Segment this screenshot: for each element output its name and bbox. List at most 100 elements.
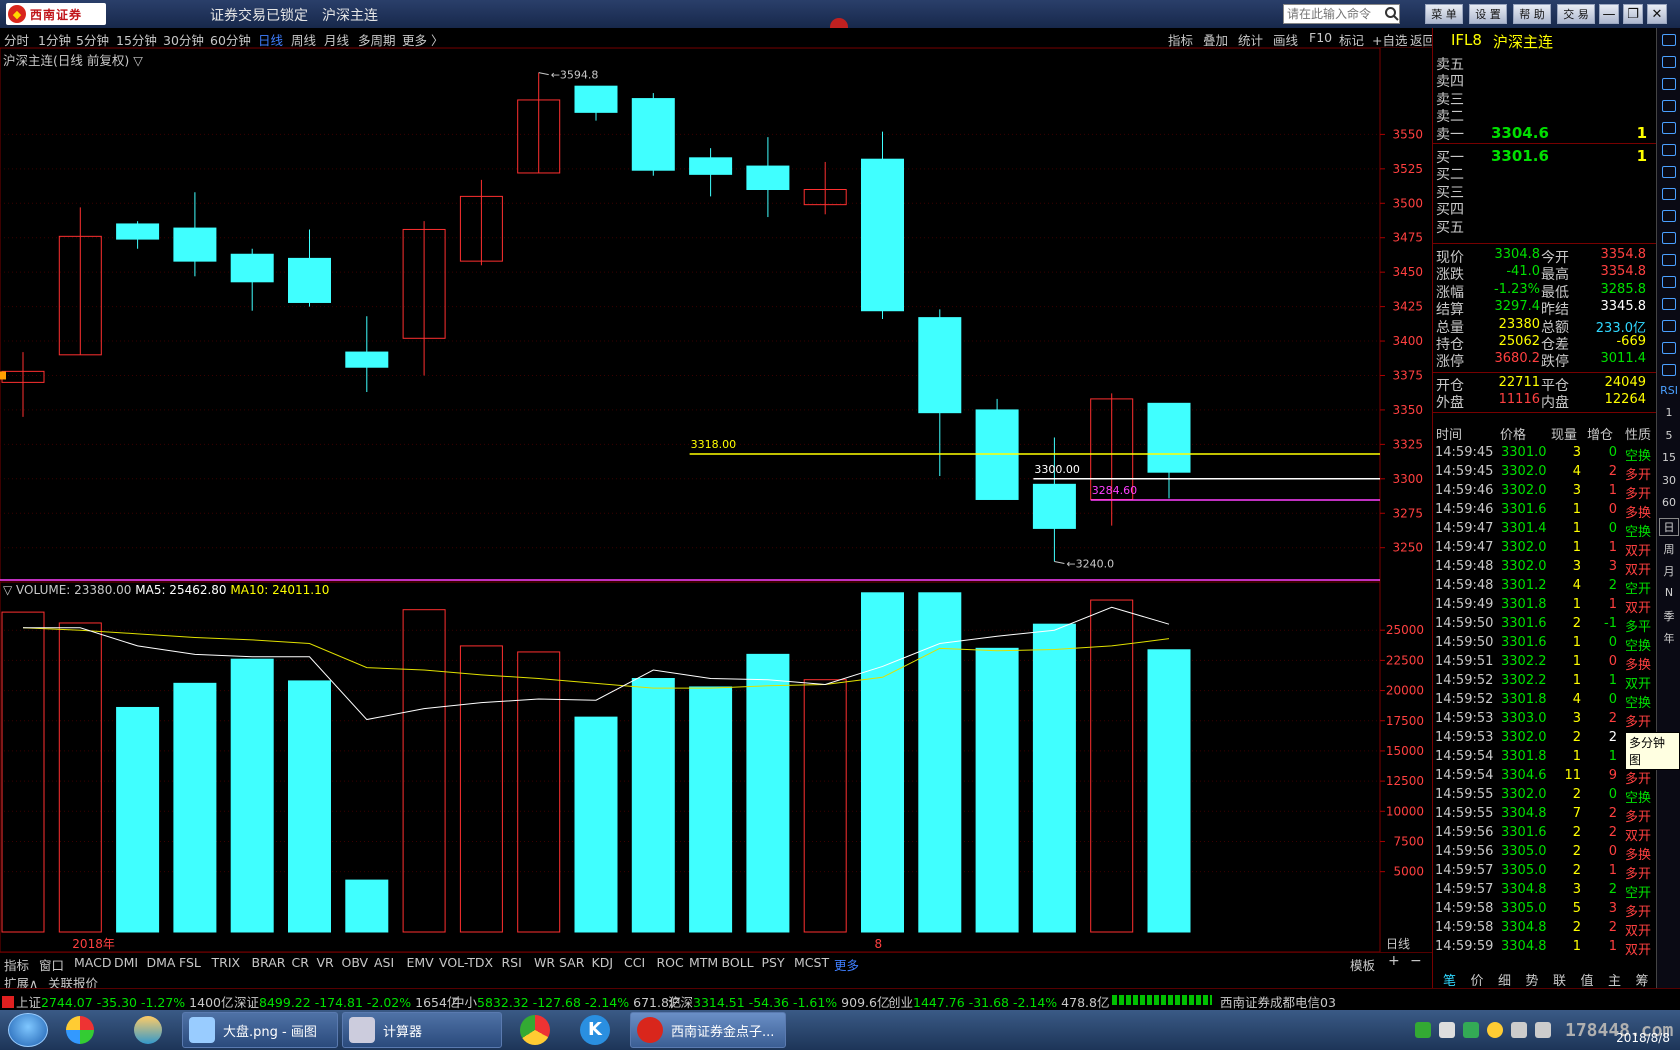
indicator-tab[interactable]: MTM — [689, 955, 718, 970]
volume-bar[interactable] — [116, 706, 160, 933]
template-button[interactable]: 模板 — [1350, 955, 1375, 974]
tick-row[interactable]: 14:59:48 3302.0 3 3 双开 — [1433, 558, 1657, 578]
orderbook-row[interactable]: 卖三 — [1433, 89, 1657, 108]
indicator-tab[interactable]: DMA — [147, 955, 176, 970]
tick-row[interactable]: 14:59:52 3302.2 1 1 双开 — [1433, 672, 1657, 692]
index-quote[interactable]: 上证2744.07 -35.30 -1.27% 1400亿 — [2, 992, 233, 1011]
tick-row[interactable]: 14:59:56 3301.6 2 2 双开 — [1433, 824, 1657, 844]
indicator-tab[interactable]: RSI — [502, 955, 522, 970]
period-tab[interactable]: 1分钟 — [38, 30, 71, 49]
tick-row[interactable]: 14:59:45 3302.0 4 2 多开 — [1433, 463, 1657, 483]
stock-icon[interactable] — [1659, 252, 1679, 270]
search-icon[interactable] — [1384, 6, 1400, 22]
orderbook-row[interactable]: 卖五 — [1433, 54, 1657, 73]
tick-row[interactable]: 14:59:46 3301.6 1 0 多换 — [1433, 501, 1657, 521]
volume-bar[interactable] — [574, 716, 618, 933]
period-tab[interactable]: 分时 — [4, 30, 29, 49]
side-period-button[interactable]: 1 — [1659, 406, 1679, 424]
period-tab[interactable]: 15分钟 — [116, 30, 157, 49]
side-period-button[interactable]: 日 — [1659, 518, 1679, 537]
candle-body[interactable] — [116, 223, 160, 240]
volume-bar[interactable] — [230, 658, 274, 933]
restore-button[interactable]: ❐ — [1623, 4, 1643, 24]
tick-row[interactable]: 14:59:53 3302.0 2 2 — [1433, 729, 1657, 748]
orderbook-row[interactable]: 买五 — [1433, 217, 1657, 236]
side-period-button[interactable]: 60 — [1659, 496, 1679, 514]
k-app-icon[interactable]: K — [580, 1015, 610, 1045]
volume-bar[interactable] — [517, 651, 561, 933]
up-arrow-icon[interactable] — [1659, 32, 1679, 50]
index-quote[interactable]: 中小5832.32 -127.68 -2.14% 671.8亿 — [452, 992, 681, 1011]
indicator-tab[interactable]: PSY — [762, 955, 785, 970]
window-icon[interactable] — [1659, 340, 1679, 358]
candle-body[interactable] — [918, 317, 962, 414]
tick-row[interactable]: 14:59:56 3305.0 2 0 多换 — [1433, 843, 1657, 863]
indicator-tab[interactable]: CCI — [624, 955, 645, 970]
tick-row[interactable]: 14:59:47 3301.4 1 0 空换 — [1433, 520, 1657, 540]
indicator-tab[interactable]: BRAR — [252, 955, 286, 970]
period-tab[interactable]: 月线 — [324, 30, 349, 49]
tick-row[interactable]: 14:59:58 3305.0 5 3 多开 — [1433, 900, 1657, 920]
chart-tool-button[interactable]: +自选 — [1372, 30, 1407, 49]
indicator-tab[interactable]: 指标 — [4, 955, 29, 974]
tick-row[interactable]: 14:59:543301.811双开 — [1433, 748, 1657, 768]
tray-app-icon[interactable] — [1487, 1022, 1503, 1038]
period-tab[interactable]: 5分钟 — [76, 30, 109, 49]
tick-row[interactable]: 14:59:49 3301.8 1 1 双开 — [1433, 596, 1657, 616]
side-period-button[interactable]: 30 — [1659, 474, 1679, 492]
task-calculator[interactable]: 计算器 — [342, 1012, 502, 1048]
period-tab[interactable]: 多周期 — [358, 30, 396, 49]
quote-tab[interactable]: 联 — [1553, 970, 1566, 989]
tick-row[interactable]: 14:59:54 3304.6 11 9 多开 — [1433, 767, 1657, 787]
remove-window-button[interactable]: − — [1410, 953, 1422, 969]
tick-row[interactable]: 14:59:45 3301.0 3 0 空换 — [1433, 444, 1657, 464]
index-quote[interactable]: 沪深3314.51 -54.36 -1.61% 909.6亿 — [668, 992, 889, 1011]
tick-row[interactable]: 14:59:48 3301.2 4 2 空开 — [1433, 577, 1657, 597]
side-period-button[interactable]: 周 — [1659, 541, 1679, 559]
collapse-toggle-icon[interactable] — [830, 18, 848, 28]
list-icon[interactable] — [1659, 120, 1679, 138]
broker-server[interactable]: 西南证券成都电信03 — [1220, 992, 1336, 1011]
minimize-button[interactable]: — — [1599, 4, 1619, 24]
chrome-icon[interactable] — [520, 1015, 550, 1045]
volume-bar[interactable] — [459, 645, 503, 933]
period-tab[interactable]: 日线 — [258, 30, 283, 49]
indicator-tab[interactable]: ROC — [657, 955, 684, 970]
volume-icon[interactable] — [1535, 1022, 1551, 1038]
orderbook-row[interactable]: 卖二 — [1433, 106, 1657, 125]
side-period-button[interactable]: N — [1659, 586, 1679, 604]
indicator-tab[interactable]: WR — [534, 955, 555, 970]
volume-bar[interactable] — [1032, 623, 1076, 933]
side-period-button[interactable]: 15 — [1659, 451, 1679, 469]
tray-app-icon[interactable] — [1439, 1022, 1455, 1038]
indicator-tab[interactable]: 窗口 — [39, 955, 64, 974]
chart-tool-button[interactable]: 统计 — [1238, 30, 1263, 49]
volume-bar[interactable] — [288, 680, 331, 933]
indicator-tab[interactable]: TRIX — [212, 955, 241, 970]
tick-row[interactable]: 14:59:50 3301.6 1 0 空换 — [1433, 634, 1657, 654]
orderbook-row[interactable]: 买二 — [1433, 164, 1657, 183]
chart-tool-button[interactable]: 画线 — [1273, 30, 1298, 49]
up-icon[interactable] — [1659, 54, 1679, 72]
period-tab[interactable]: 60分钟 — [210, 30, 251, 49]
orderbook-row[interactable]: 卖一 3304.6 1 — [1433, 124, 1657, 143]
shield-icon[interactable] — [1415, 1022, 1431, 1038]
volume-bar[interactable] — [689, 686, 733, 933]
tick-row[interactable]: 14:59:57 3305.0 2 1 多开 — [1433, 862, 1657, 882]
candle-body[interactable] — [574, 85, 618, 113]
wave-icon[interactable] — [1659, 362, 1679, 380]
quote-tab[interactable]: 筹 — [1636, 970, 1649, 989]
add-window-button[interactable]: + — [1388, 953, 1400, 969]
settings-button[interactable]: 设 置 — [1469, 4, 1507, 24]
indicator-tab[interactable]: FSL — [179, 955, 201, 970]
volume-bar[interactable] — [975, 647, 1019, 933]
quote-tab[interactable]: 值 — [1581, 970, 1594, 989]
chart-tool-button[interactable]: 指标 — [1168, 30, 1193, 49]
candle-body[interactable] — [861, 158, 904, 312]
volume-bar[interactable] — [746, 653, 790, 933]
chart-tool-button[interactable]: 叠加 — [1203, 30, 1228, 49]
indicator-tab[interactable]: OBV — [342, 955, 369, 970]
volume-bar[interactable] — [173, 682, 217, 933]
side-period-button[interactable]: 季 — [1659, 608, 1679, 626]
quote-tab[interactable]: 价 — [1471, 970, 1484, 989]
